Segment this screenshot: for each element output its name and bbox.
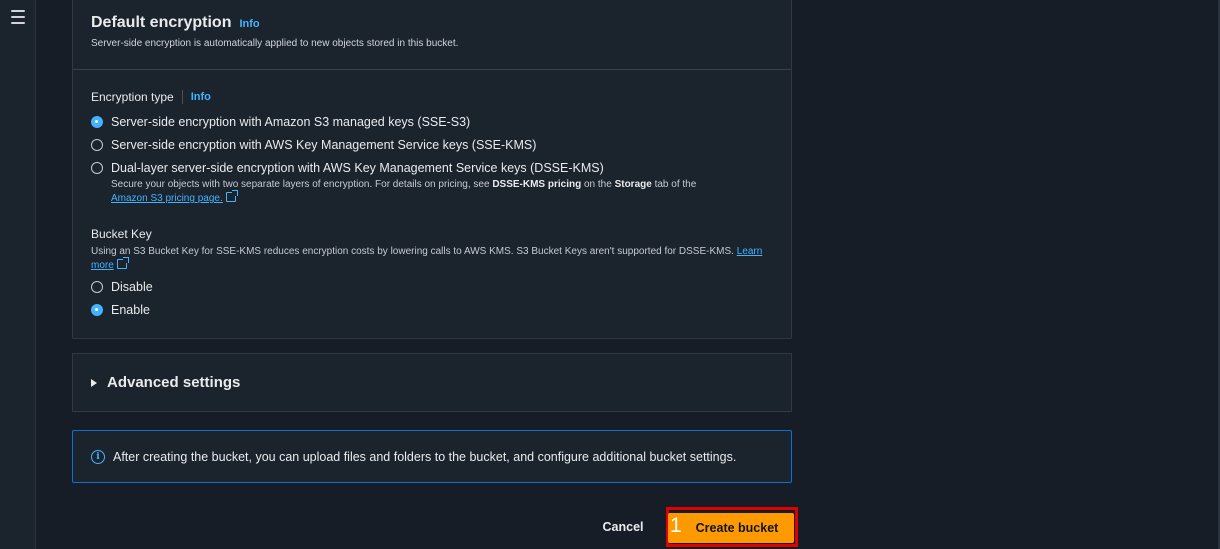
advanced-settings-expander[interactable]: Advanced settings xyxy=(72,353,792,412)
radio-button[interactable] xyxy=(91,281,103,293)
dsse-desc-text: Secure your objects with two separate la… xyxy=(111,179,493,190)
bucket-key-description: Using an S3 Bucket Key for SSE-KMS reduc… xyxy=(91,245,771,273)
radio-sse-kms-label: Server-side encryption with AWS Key Mana… xyxy=(111,138,537,152)
step-marker: 1 xyxy=(670,514,682,537)
default-encryption-header: Default encryption Info Server-side encr… xyxy=(73,0,791,70)
radio-button-selected[interactable] xyxy=(91,304,103,316)
radio-dsse-kms[interactable]: Dual-layer server-side encryption with A… xyxy=(91,161,604,175)
caret-right-icon xyxy=(91,378,97,387)
info-alert-text: After creating the bucket, you can uploa… xyxy=(113,449,737,464)
radio-dsse-kms-label: Dual-layer server-side encryption with A… xyxy=(111,161,604,175)
storage-bold: Storage xyxy=(614,179,652,190)
external-link-icon xyxy=(225,190,238,202)
encryption-type-label: Encryption type xyxy=(91,90,174,104)
encryption-type-info-link[interactable]: Info xyxy=(191,91,211,103)
dsse-desc-text-suffix: tab of the xyxy=(651,179,697,190)
radio-bucket-key-disable[interactable]: Disable xyxy=(91,280,153,294)
info-icon: i xyxy=(91,449,105,464)
s3-pricing-link[interactable]: Amazon S3 pricing page. xyxy=(111,193,223,204)
side-nav-rail xyxy=(0,0,36,549)
dsse-kms-description: Secure your objects with two separate la… xyxy=(111,178,771,206)
label-separator xyxy=(181,90,183,104)
default-encryption-panel: Default encryption Info Server-side encr… xyxy=(72,0,792,339)
radio-enable-label: Enable xyxy=(111,303,150,317)
radio-button-selected[interactable] xyxy=(91,116,103,128)
default-encryption-title: Default encryption xyxy=(91,14,232,31)
radio-sse-s3[interactable]: Server-side encryption with Amazon S3 ma… xyxy=(91,115,470,129)
bucket-key-label: Bucket Key xyxy=(91,227,152,241)
create-bucket-button[interactable]: Create bucket xyxy=(668,513,794,543)
menu-icon[interactable] xyxy=(11,10,25,24)
radio-button[interactable] xyxy=(91,162,103,174)
bucket-key-desc-text: Using an S3 Bucket Key for SSE-KMS reduc… xyxy=(91,246,734,257)
default-encryption-description: Server-side encryption is automatically … xyxy=(91,38,459,49)
external-link-icon xyxy=(116,257,129,269)
radio-disable-label: Disable xyxy=(111,280,153,294)
default-encryption-info-link[interactable]: Info xyxy=(239,18,259,30)
dsse-desc-text-mid: on the xyxy=(581,179,615,190)
encryption-type-label-row: Encryption type Info xyxy=(91,90,211,104)
advanced-settings-title: Advanced settings xyxy=(107,374,241,391)
radio-button[interactable] xyxy=(91,139,103,151)
dsse-pricing-bold: DSSE-KMS pricing xyxy=(492,179,582,190)
radio-bucket-key-enable[interactable]: Enable xyxy=(91,303,150,317)
radio-sse-s3-label: Server-side encryption with Amazon S3 ma… xyxy=(111,115,471,129)
radio-sse-kms[interactable]: Server-side encryption with AWS Key Mana… xyxy=(91,138,536,152)
info-alert: i After creating the bucket, you can upl… xyxy=(72,430,792,483)
cancel-button[interactable]: Cancel xyxy=(588,516,658,538)
